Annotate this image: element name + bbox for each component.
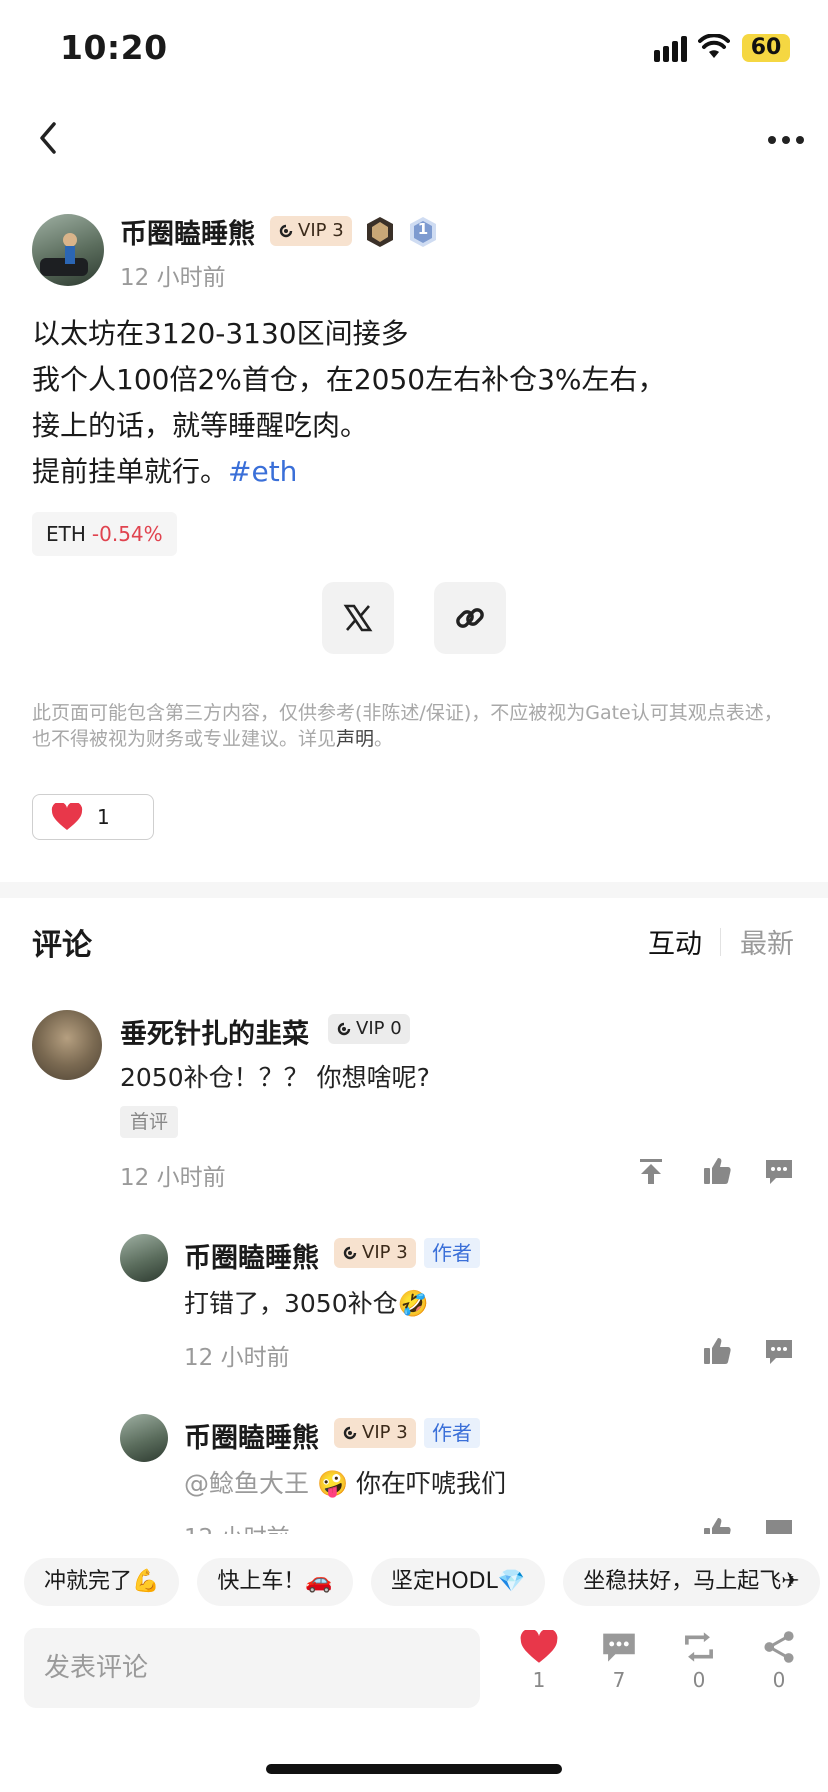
reply-author-avatar[interactable] [120, 1234, 168, 1282]
post-line-1: 以太坊在3120-3130区间接多 [32, 317, 409, 350]
reply-icon[interactable] [764, 1516, 794, 1534]
reply-footer-clip: 12 小时前 [0, 1510, 828, 1534]
mention-link[interactable]: @鲶鱼大王 [184, 1469, 309, 1498]
thumb-up-icon[interactable] [702, 1336, 732, 1366]
post-line-2: 我个人100倍2%首仓，在2050左右补仓3%左右， [32, 363, 666, 396]
post-time: 12 小时前 [120, 265, 226, 291]
battery-icon: 60 [742, 34, 790, 62]
reply-author-avatar[interactable] [120, 1414, 168, 1462]
x-logo-icon [343, 604, 373, 632]
commenter-vip-badge: VIP 0 [328, 1014, 410, 1044]
reply-icon[interactable] [764, 1336, 794, 1366]
copy-link-button[interactable] [434, 582, 506, 654]
commenter-name[interactable]: 垂死针扎的韭菜 [120, 1012, 309, 1051]
thumb-up-icon[interactable] [702, 1156, 732, 1186]
ticker-chip[interactable]: ETH -0.54% [32, 512, 177, 556]
reply-author-name[interactable]: 币圈瞌睡熊 [184, 1236, 319, 1275]
reply-time: 12 小时前 [184, 1518, 290, 1534]
tab-latest[interactable]: 最新 [740, 922, 794, 961]
comment-text: 2050补仓！？？ 你想啥呢? [120, 1063, 430, 1092]
post-like-count: 1 [97, 805, 110, 829]
disclaimer-text: 此页面可能包含第三方内容，仅供参考(非陈述/保证)，不应被视为Gate认可其观点… [32, 702, 783, 750]
comment-icon [603, 1633, 635, 1662]
more-icon[interactable] [766, 128, 806, 152]
level-badge: 1 [408, 216, 438, 248]
quick-reply-chip[interactable]: 快上车！🚗 [197, 1558, 353, 1606]
pin-top-icon[interactable] [636, 1156, 666, 1186]
author-tag: 作者 [424, 1418, 480, 1448]
author-name[interactable]: 币圈瞌睡熊 [120, 212, 255, 251]
hashtag-link[interactable]: #eth [228, 455, 297, 488]
reply-vip-badge: VIP 3 [334, 1238, 416, 1268]
quick-reply-bar: 冲就完了💪 快上车！🚗 坚定HODL💎 坐稳扶好，马上起飞✈ [24, 1558, 828, 1608]
vip-logo-icon [279, 224, 293, 238]
thumb-up-icon[interactable] [702, 1516, 732, 1534]
tab-interactive[interactable]: 互动 [648, 922, 702, 961]
post-line-4: 提前挂单就行。#eth [32, 455, 298, 488]
bottom-repost-button[interactable]: 0 [664, 1630, 734, 1692]
link-icon [456, 608, 484, 628]
reply-text: @鲶鱼大王 🤪 你在吓唬我们 [184, 1469, 507, 1498]
vip-logo-icon [337, 1022, 351, 1036]
vip-logo-icon [343, 1426, 357, 1440]
bottom-like-button[interactable]: 1 [504, 1628, 574, 1692]
medal-icon [367, 217, 393, 247]
post-like-button[interactable]: 1 [32, 794, 154, 840]
disclaimer-link[interactable]: 声明 [336, 728, 374, 750]
comment-time: 12 小时前 [120, 1165, 226, 1191]
repost-icon [685, 1632, 713, 1662]
quick-reply-chip[interactable]: 冲就完了💪 [24, 1558, 180, 1606]
section-divider [0, 882, 828, 898]
reply-author-name[interactable]: 币圈瞌睡熊 [184, 1416, 319, 1455]
author-tag: 作者 [424, 1238, 480, 1268]
vip-logo-icon [343, 1246, 357, 1260]
home-indicator [266, 1764, 562, 1774]
wifi-icon [698, 34, 730, 58]
signal-icon [654, 36, 687, 62]
author-avatar[interactable] [32, 214, 104, 286]
heart-icon [520, 1628, 558, 1663]
quick-reply-chip[interactable]: 坐稳扶好，马上起飞✈ [563, 1558, 820, 1606]
reply-text: 打错了，3050补仓🤣 [184, 1289, 429, 1318]
comment-input[interactable]: 发表评论 [24, 1628, 480, 1708]
reply-time: 12 小时前 [184, 1345, 290, 1371]
share-icon [764, 1631, 794, 1663]
bottom-share-button[interactable]: 0 [744, 1630, 814, 1692]
commenter-avatar[interactable] [32, 1010, 102, 1080]
share-x-button[interactable] [322, 582, 394, 654]
bottom-comment-button[interactable]: 7 [584, 1630, 654, 1692]
heart-icon [51, 803, 83, 830]
reply-icon[interactable] [764, 1156, 794, 1186]
comments-title: 评论 [32, 928, 92, 963]
vip-badge: VIP 3 [270, 216, 352, 246]
reply-vip-badge: VIP 3 [334, 1418, 416, 1448]
tab-separator [720, 928, 721, 956]
status-time: 10:20 [60, 28, 168, 67]
first-comment-tag: 首评 [120, 1106, 179, 1138]
quick-reply-chip[interactable]: 坚定HODL💎 [370, 1558, 546, 1606]
back-icon[interactable] [34, 120, 64, 156]
post-line-3: 接上的话，就等睡醒吃肉。 [32, 409, 369, 442]
